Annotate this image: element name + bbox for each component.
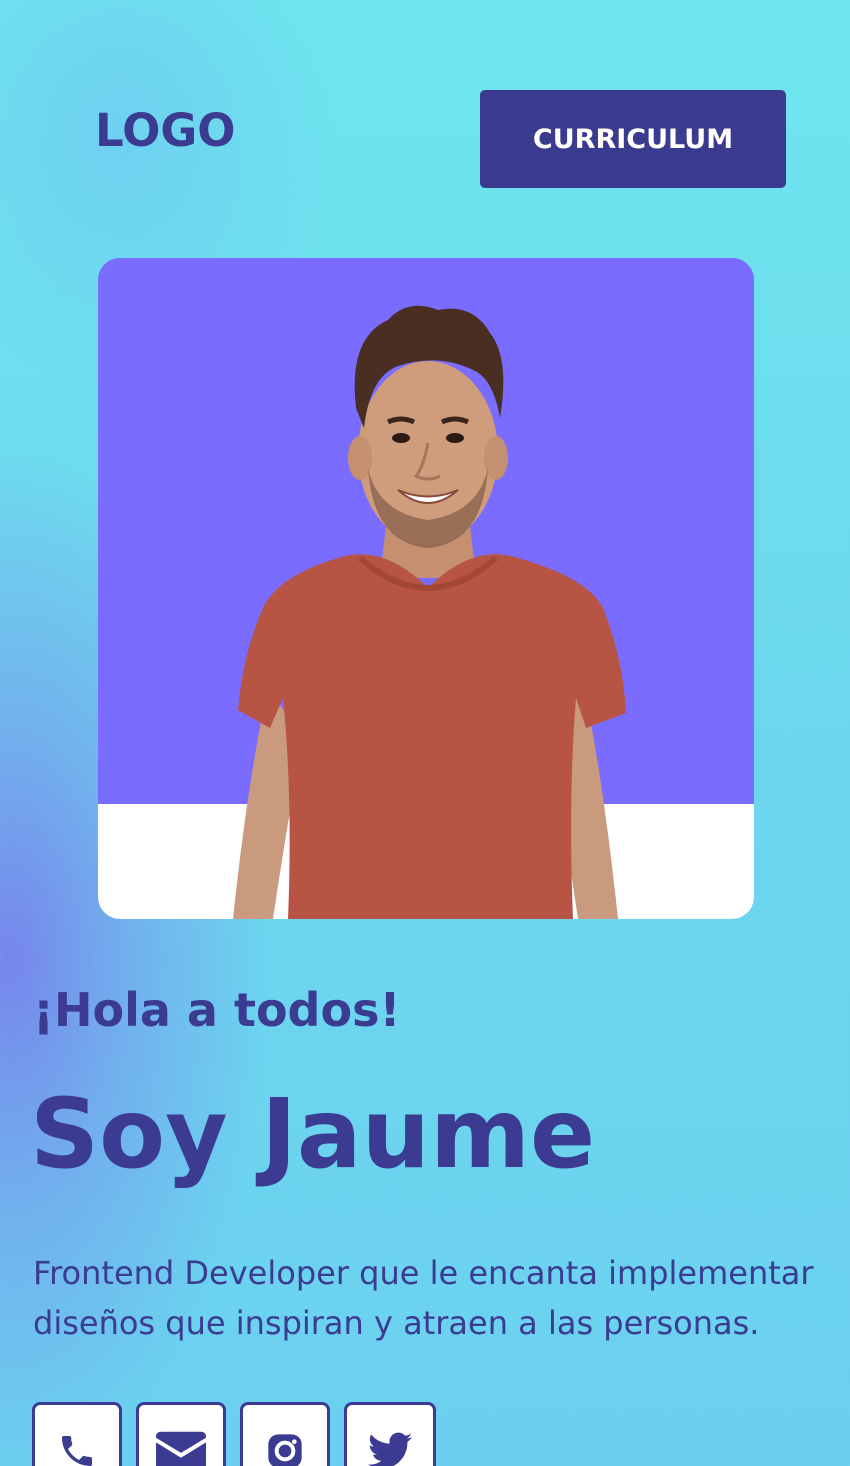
phone-button[interactable] <box>32 1402 122 1466</box>
instagram-button[interactable] <box>240 1402 330 1466</box>
twitter-button[interactable] <box>344 1402 436 1466</box>
curriculum-button[interactable]: CURRICULUM <box>480 90 786 188</box>
mail-button[interactable] <box>136 1402 226 1466</box>
profile-photo <box>98 258 754 919</box>
logo[interactable]: LOGO <box>95 108 236 153</box>
greeting-text: ¡Hola a todos! <box>33 983 401 1037</box>
hero-name-heading: Soy Jaume <box>30 1078 596 1190</box>
hero-tagline: Frontend Developer que le encanta implem… <box>33 1254 814 1342</box>
mail-icon <box>156 1431 206 1466</box>
twitter-icon <box>368 1432 412 1466</box>
social-links <box>32 1402 436 1466</box>
phone-icon <box>62 1436 92 1466</box>
instagram-icon <box>268 1434 302 1466</box>
